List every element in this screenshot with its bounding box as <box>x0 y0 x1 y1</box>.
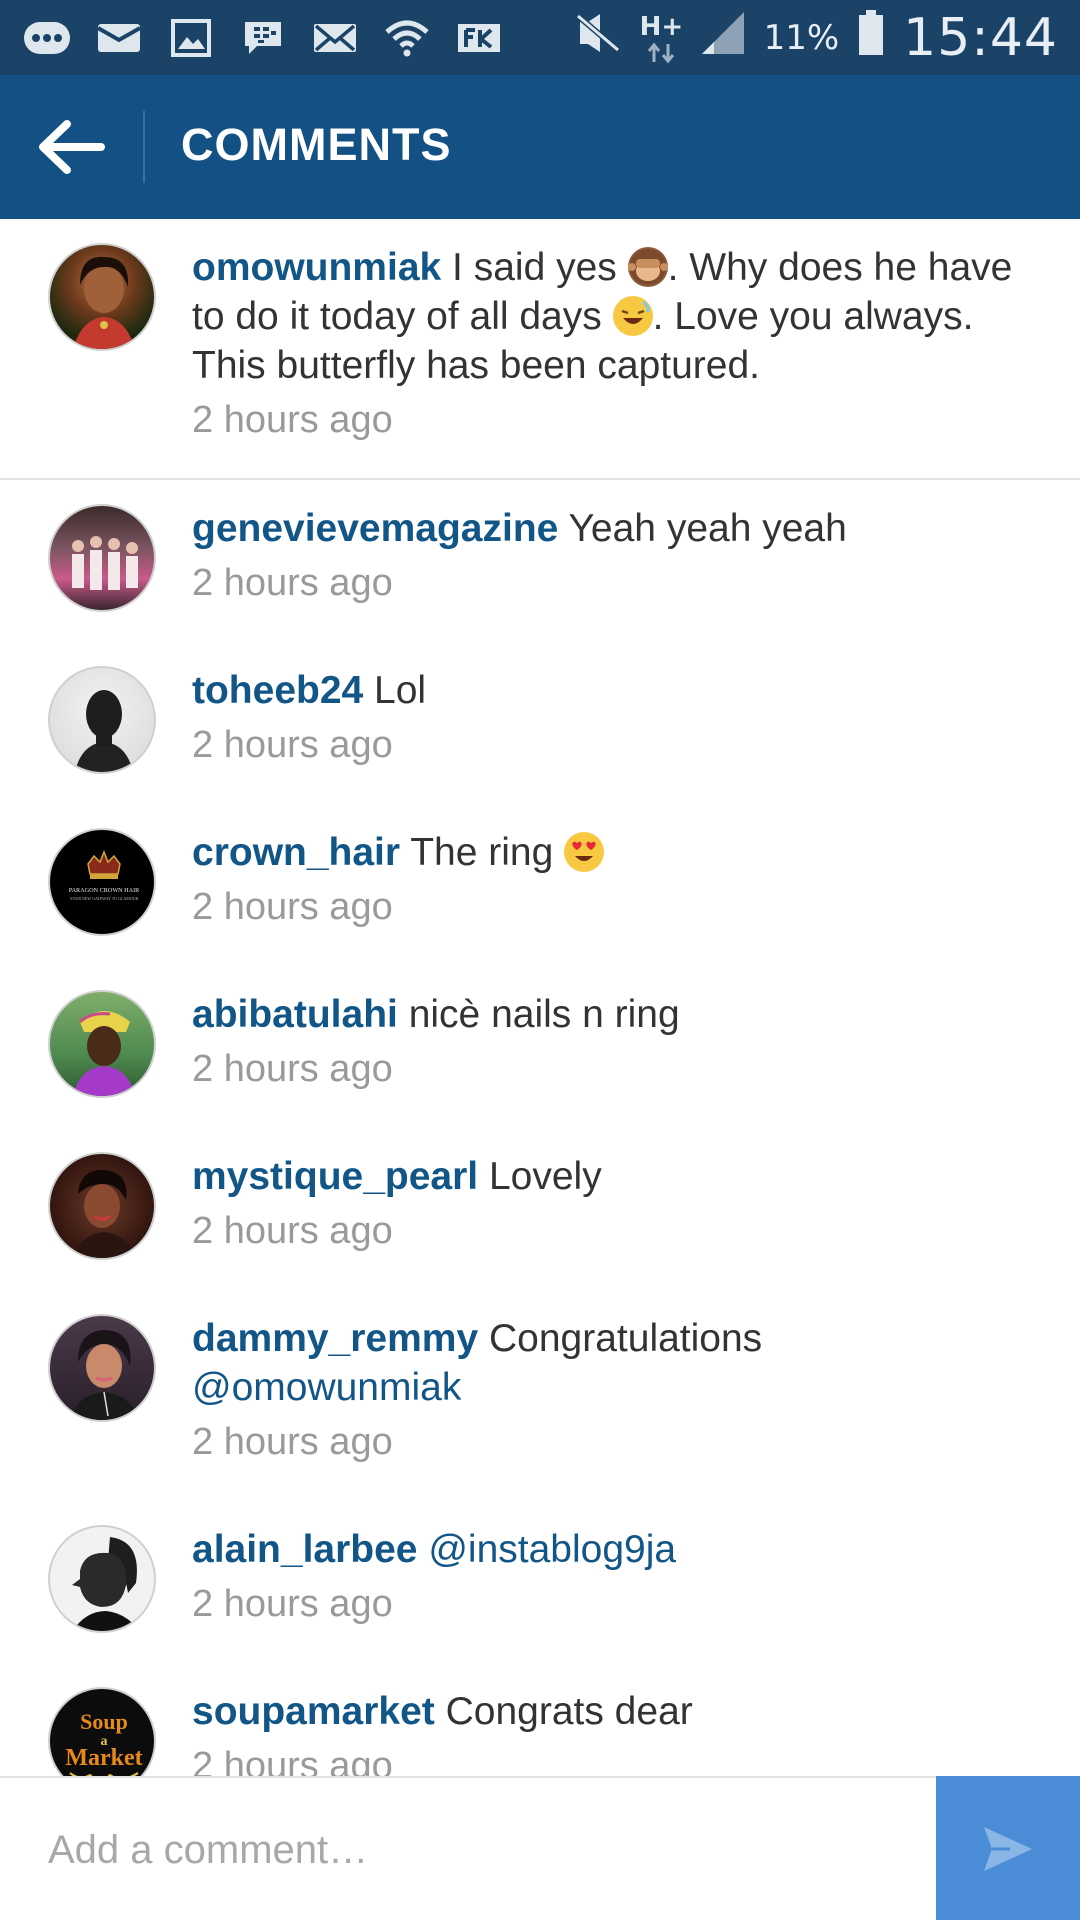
avatar[interactable] <box>48 1525 156 1633</box>
battery-percent: 11% <box>763 17 840 58</box>
comment-text: Congrats dear <box>434 1690 693 1733</box>
comment-timestamp: 2 hours ago <box>192 399 393 441</box>
comment-mention[interactable]: @omowunmiak <box>192 1366 461 1409</box>
app-header: COMMENTS <box>0 75 1080 219</box>
comment-timestamp: 2 hours ago <box>192 1745 393 1776</box>
comment-timestamp: 2 hours ago <box>192 1210 393 1252</box>
comment-timestamp: 2 hours ago <box>192 724 393 766</box>
comment-timestamp: 2 hours ago <box>192 562 393 604</box>
avatar[interactable] <box>48 1152 156 1260</box>
system-status: H+ 11% 15:44 <box>574 0 1058 75</box>
comment-composer <box>0 1776 1080 1920</box>
comment-timestamp: 2 hours ago <box>192 1421 393 1463</box>
email-icon <box>310 18 360 58</box>
battery-icon <box>857 9 885 66</box>
laughing-emoji-icon <box>612 296 653 336</box>
status-bar: H+ 11% 15:44 <box>0 0 1080 75</box>
crown-hair-logo-text: PARAGON CROWN HAIR <box>69 887 140 894</box>
comment-username[interactable]: dammy_remmy <box>192 1317 478 1360</box>
comment-username[interactable]: omowunmiak <box>192 246 441 289</box>
comment-username[interactable]: toheeb24 <box>192 669 363 712</box>
comment-username[interactable]: crown_hair <box>192 831 400 874</box>
back-button[interactable] <box>30 109 110 185</box>
comment-text: The ring <box>400 831 565 874</box>
soup-market-logo-text: Soup <box>80 1709 128 1734</box>
comment-text: Congratulations <box>478 1317 763 1360</box>
comment-text: Lol <box>363 669 427 712</box>
comment-username[interactable]: soupamarket <box>192 1690 435 1733</box>
comment-mention[interactable]: @instablog9ja <box>428 1528 676 1571</box>
mail-icon <box>94 18 144 58</box>
caption-divider <box>0 478 1080 480</box>
back-arrow-icon <box>39 120 105 174</box>
avatar[interactable] <box>48 990 156 1098</box>
comment-input[interactable] <box>48 1814 898 1886</box>
monkey-emoji-icon <box>627 247 668 287</box>
send-icon <box>984 1827 1032 1871</box>
comment-username[interactable]: alain_larbee <box>192 1528 417 1571</box>
page-title: COMMENTS <box>181 119 452 170</box>
mute-icon <box>574 12 622 63</box>
comment-username[interactable]: abibatulahi <box>192 993 398 1036</box>
avatar[interactable]: PARAGON CROWN HAIR YOUR NEW GATEWAY TO G… <box>48 828 156 936</box>
avatar[interactable]: Soup a Market <box>48 1687 156 1776</box>
comment-username[interactable]: genevievemagazine <box>192 507 558 550</box>
avatar[interactable] <box>48 504 156 612</box>
comments-list[interactable]: omowunmiak I said yes . Why does he have… <box>0 219 1080 1776</box>
gallery-icon <box>166 18 216 58</box>
soup-market-logo-text: Market <box>65 1745 142 1771</box>
wifi-icon <box>382 18 432 58</box>
network-type: H+ <box>640 8 683 68</box>
avatar[interactable] <box>48 243 156 351</box>
avatar[interactable] <box>48 1314 156 1422</box>
comment-text: I said yes <box>441 246 628 289</box>
signal-icon <box>700 10 746 65</box>
comment-username[interactable]: mystique_pearl <box>192 1155 478 1198</box>
comment-text: nicè nails n ring <box>397 993 680 1036</box>
comment-timestamp: 2 hours ago <box>192 886 393 928</box>
avatar[interactable] <box>48 666 156 774</box>
comment-text: Lovely <box>478 1155 602 1198</box>
clock: 15:44 <box>903 7 1058 68</box>
fk-app-icon <box>454 18 504 58</box>
send-button[interactable] <box>936 1776 1080 1920</box>
comment-timestamp: 2 hours ago <box>192 1583 393 1625</box>
comment-timestamp: 2 hours ago <box>192 1048 393 1090</box>
header-divider <box>143 111 145 183</box>
notification-icons <box>22 14 504 62</box>
comment-text: Yeah yeah yeah <box>558 507 847 550</box>
crown-hair-logo-tagline: YOUR NEW GATEWAY TO GLAMOUR <box>70 896 139 901</box>
comment-text <box>417 1528 428 1571</box>
more-icon <box>22 18 72 58</box>
blackberry-messenger-icon <box>238 18 288 58</box>
heart-eyes-emoji-icon <box>564 832 605 872</box>
